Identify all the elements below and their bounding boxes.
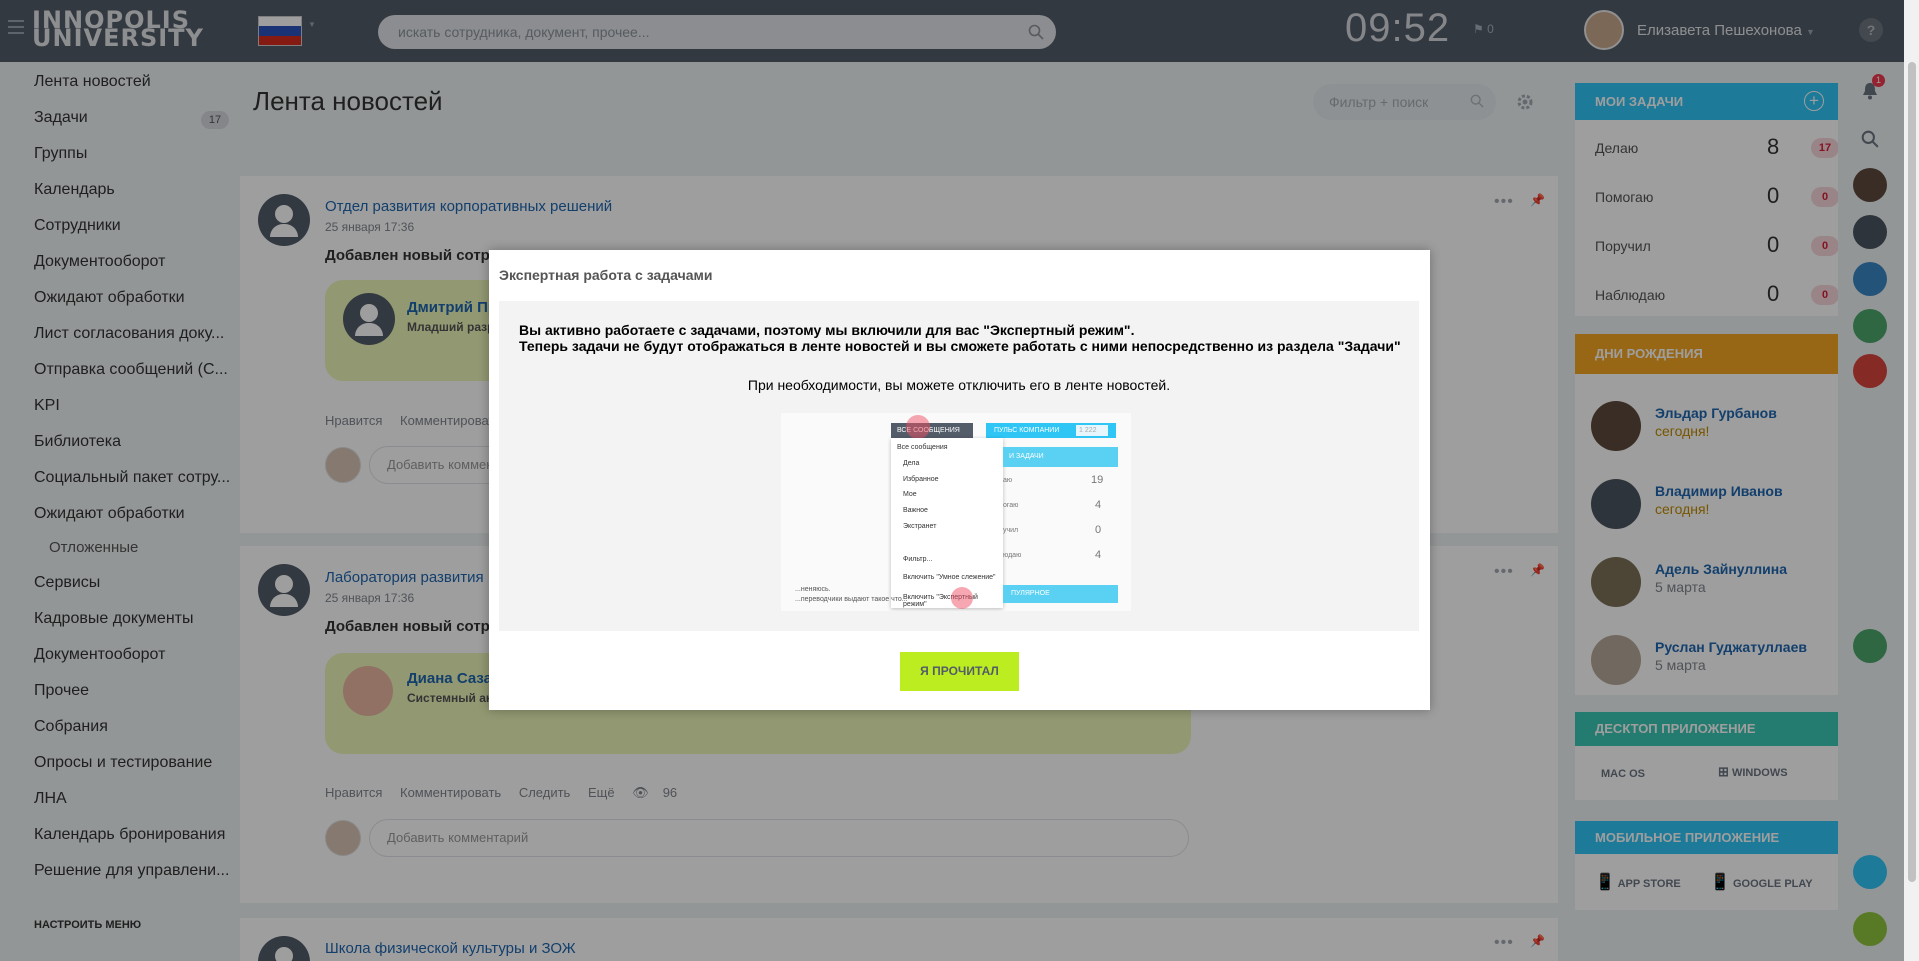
scrollbar[interactable] (1904, 0, 1919, 961)
dialog-body: Вы активно работаете с задачами, поэтому… (499, 301, 1419, 631)
illustration-task-num: 0 (1095, 524, 1102, 536)
illustration-item: Мое (903, 491, 917, 498)
illustration-task-label: учил (1003, 527, 1019, 534)
illustration-menu-title: ВСЕ СООБЩЕНИЯ (891, 423, 973, 438)
click-highlight (906, 415, 930, 439)
illustration-task-label: аю (1003, 477, 1013, 484)
dialog-text-line1: Вы активно работаете с задачами, поэтому… (519, 322, 1135, 338)
illustration-item: Фильтр... (903, 556, 933, 563)
illustration-pulse-num: 1 222 (1076, 425, 1108, 436)
illustration-item: Экстранет (903, 523, 937, 530)
illustration-task-label: юдаю (1003, 552, 1022, 559)
illustration-item: Дела (903, 460, 920, 467)
i-read-button[interactable]: Я ПРОЧИТАЛ (900, 652, 1019, 691)
illustration-task-num: 19 (1091, 474, 1104, 486)
dialog-text-line3: При необходимости, вы можете отключить е… (747, 377, 1171, 393)
illustration-popular: ПУЛЯРНОЕ (1003, 585, 1118, 603)
click-highlight (951, 587, 973, 609)
illustration-dropdown: Все сообщения Дела Избранное Мое Важное … (891, 438, 1003, 608)
dialog-text-line2: Теперь задачи не будут отображаться в ле… (519, 338, 1401, 354)
illustration-task-num: 4 (1095, 499, 1102, 511)
illustration-item: Включить "Умное слежение" (903, 574, 996, 581)
expert-mode-illustration: ВСЕ СООБЩЕНИЯ ПУЛЬС КОМПАНИИ 1 222 Все с… (781, 413, 1131, 611)
illustration-snippet: ...переводчики выдают такое что... (795, 596, 908, 603)
illustration-task-label: огаю (1003, 502, 1019, 509)
illustration-item: Избранное (903, 476, 939, 483)
illustration-task-num: 4 (1095, 549, 1102, 561)
illustration-tasks-title: И ЗАДАЧИ (1003, 447, 1118, 467)
scrollbar-thumb[interactable] (1908, 62, 1916, 882)
illustration-snippet: ...неняюсь. (795, 586, 831, 593)
dialog-title: Экспертная работа с задачами (499, 267, 713, 283)
expert-mode-dialog: Экспертная работа с задачами Вы активно … (489, 250, 1430, 710)
illustration-item: Все сообщения (897, 444, 948, 451)
illustration-item: Важное (903, 507, 928, 514)
